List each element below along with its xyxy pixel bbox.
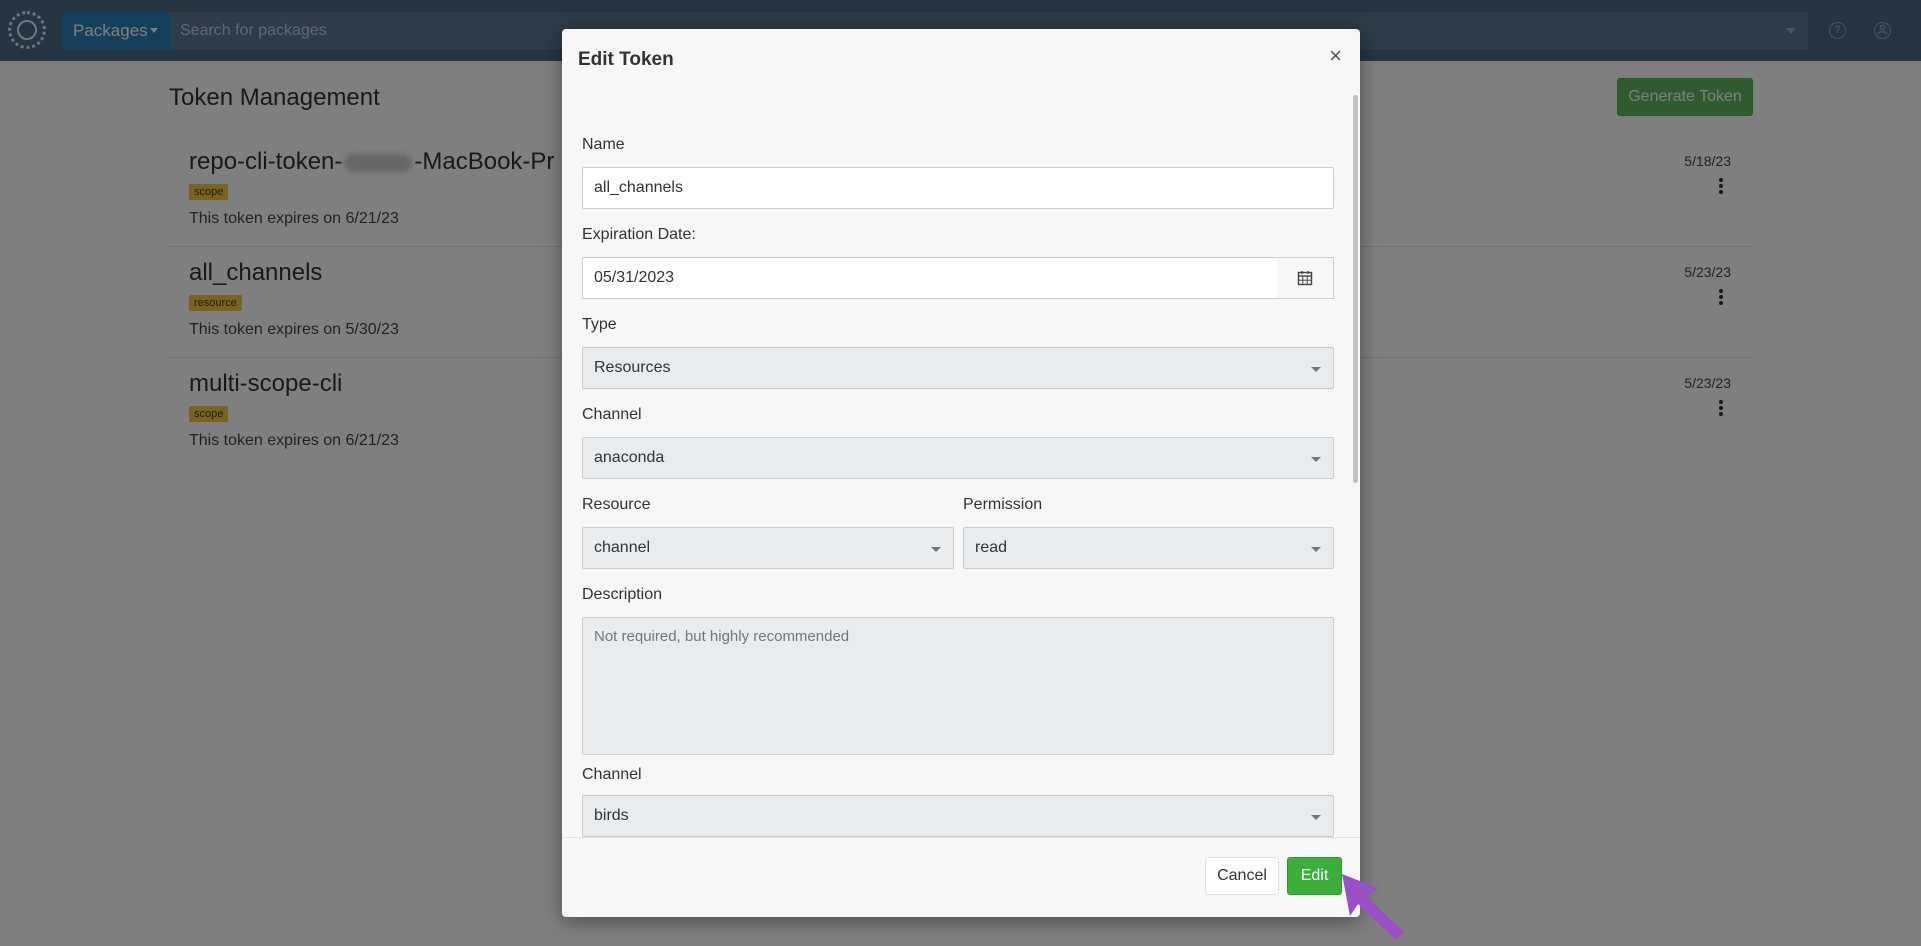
channel-select-2[interactable]: birds <box>582 795 1334 837</box>
type-select[interactable]: Resources <box>582 347 1334 389</box>
permission-label: Permission <box>963 496 1043 513</box>
modal-footer: Cancel Edit <box>562 837 1360 917</box>
chevron-down-icon <box>1311 367 1321 372</box>
chevron-down-icon <box>1311 815 1321 820</box>
description-textarea[interactable] <box>582 617 1334 755</box>
permission-select[interactable]: read <box>963 527 1334 569</box>
edit-token-modal: Edit Token × Name all_channels Expiratio… <box>562 29 1360 917</box>
pointer-arrow-icon <box>1342 874 1404 940</box>
expiration-date-label: Expiration Date: <box>582 226 696 243</box>
modal-body: Name all_channels Expiration Date: 05/31… <box>562 91 1360 837</box>
chevron-down-icon <box>1311 547 1321 552</box>
type-label: Type <box>582 316 617 333</box>
modal-header: Edit Token × <box>562 29 1360 91</box>
cancel-button[interactable]: Cancel <box>1205 857 1279 895</box>
resource-select[interactable]: channel <box>582 527 954 569</box>
name-label: Name <box>582 136 625 153</box>
channel-select[interactable]: anaconda <box>582 437 1334 479</box>
name-input[interactable]: all_channels <box>582 167 1334 209</box>
modal-scrollbar[interactable] <box>1353 95 1358 483</box>
chevron-down-icon <box>1311 457 1321 462</box>
calendar-button[interactable] <box>1277 257 1334 299</box>
close-icon[interactable]: × <box>1329 43 1342 69</box>
chevron-down-icon <box>931 547 941 552</box>
calendar-icon <box>1297 271 1313 286</box>
channel-label: Channel <box>582 406 642 423</box>
expiration-date-input[interactable]: 05/31/2023 <box>582 257 1278 299</box>
modal-title: Edit Token <box>578 49 674 70</box>
resource-label: Resource <box>582 496 651 513</box>
description-label: Description <box>582 586 663 603</box>
channel-label-2: Channel <box>582 766 642 783</box>
